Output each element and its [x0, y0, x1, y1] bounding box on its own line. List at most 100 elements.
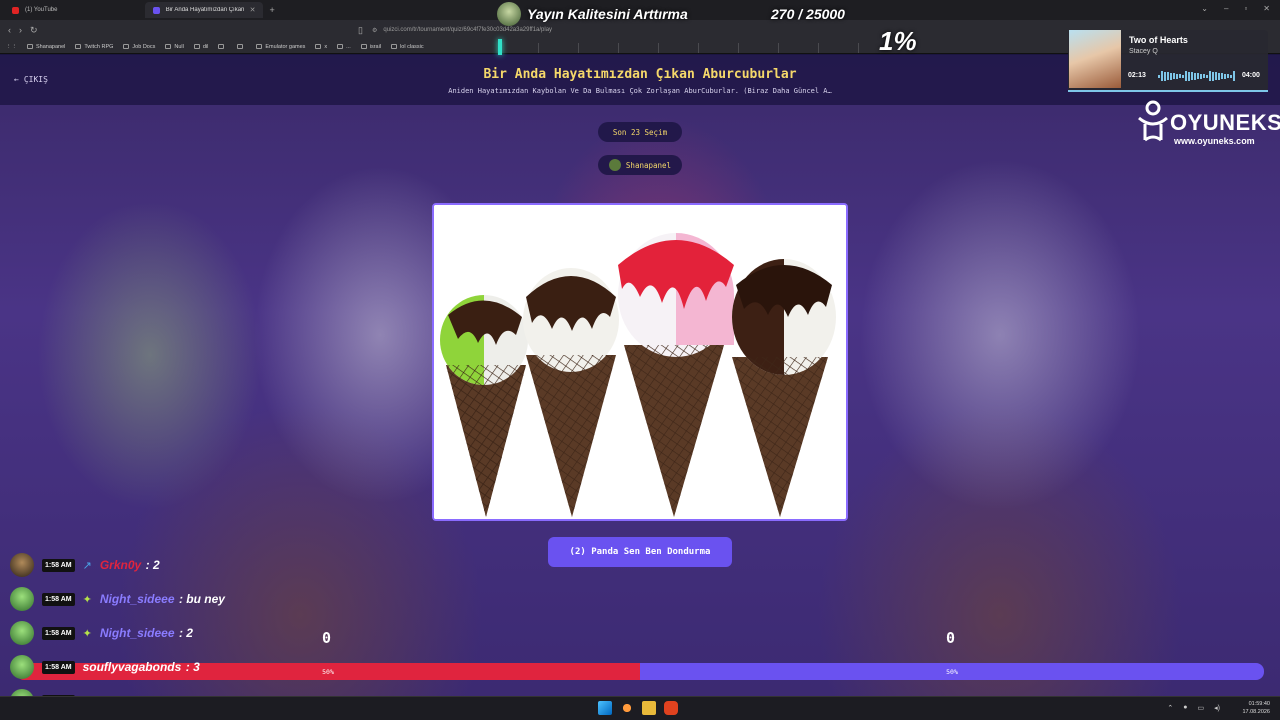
song-title: Two of Hearts	[1129, 35, 1188, 45]
windows-start-icon[interactable]	[598, 701, 612, 715]
folder-icon	[218, 44, 225, 49]
url-text: quizci.com/tr/tournament/quiz/69c4f7fe30…	[383, 27, 553, 33]
waveform-bar	[1227, 74, 1229, 78]
new-tab-button[interactable]: +	[269, 5, 274, 15]
bookmark-icon[interactable]: ▯	[358, 25, 363, 36]
folder-icon	[123, 44, 130, 49]
waveform-bar	[1182, 74, 1184, 78]
overlay-goal-progress	[498, 39, 898, 55]
tab-label: Bir Anda Hayatımızdan Çıkan Ab	[165, 7, 244, 13]
bookmark-item[interactable]	[237, 44, 246, 49]
waveform-bar	[1176, 73, 1178, 79]
bookmark-item[interactable]: Job Docs	[123, 44, 155, 50]
taskbar-apps	[598, 701, 678, 715]
chat-username: Grkn0y	[99, 558, 142, 572]
bookmark-item[interactable]: israil	[360, 44, 381, 50]
progress-tick	[618, 43, 619, 53]
audio-waveform	[1158, 71, 1236, 81]
bookmark-item[interactable]: x	[315, 44, 327, 50]
choice-image-card[interactable]	[432, 203, 848, 521]
waveform-bar	[1197, 73, 1199, 79]
bookmark-label: Job Docs	[132, 43, 156, 50]
chevron-up-icon[interactable]: ⌃	[1167, 704, 1173, 712]
bookmark-item[interactable]: ...	[337, 44, 351, 50]
ice-cream-cones-image	[434, 205, 846, 519]
clock-date: 17.08.2026	[1242, 709, 1270, 715]
folder-icon	[75, 44, 82, 49]
bookmark-item[interactable]: dil	[193, 44, 208, 50]
song-duration: 04:00	[1242, 72, 1260, 79]
bookmark-item[interactable]: Shanapanel	[27, 44, 65, 50]
bookmark-item[interactable]: Null	[165, 43, 184, 50]
chat-time: 1:58 AM	[42, 660, 75, 674]
bookmark-label: Null	[174, 43, 184, 50]
close-window-button[interactable]: ✕	[1263, 4, 1270, 13]
volume-icon[interactable]: ◂)	[1214, 704, 1220, 712]
folder-icon	[27, 44, 33, 49]
avatar	[608, 159, 621, 171]
chat-time: 1:58 AM	[42, 626, 75, 640]
forward-nav-icon[interactable]: ›	[19, 25, 22, 35]
address-bar[interactable]: ⚙ quizci.com/tr/tournament/quiz/69c4f7fe…	[372, 24, 552, 36]
chat-badge-icon: ✦	[82, 627, 92, 640]
network-icon[interactable]: ▭	[1198, 704, 1205, 712]
chat-username: souflyvagabonds	[82, 660, 182, 674]
search-icon[interactable]	[620, 701, 634, 715]
screen: (1) YouTube Bir Anda Hayatımızdan Çıkan …	[0, 0, 1280, 720]
chat-text: : 3	[185, 660, 200, 674]
round-label: Son 23 Seçim	[612, 127, 668, 137]
chat-line: Night_sideee : bu ney	[100, 590, 225, 608]
bookmark-label: lol classic	[400, 43, 424, 50]
progress-tick	[538, 43, 539, 53]
avatar	[10, 587, 34, 611]
minimize-button[interactable]: –	[1224, 4, 1228, 13]
tab-quiz[interactable]: Bir Anda Hayatımızdan Çıkan Ab ✕	[145, 2, 264, 18]
site-info-icon[interactable]: ⚙	[372, 27, 377, 34]
chat-overlay: 1:58 AM ↗ Grkn0y : 2 1:58 AM ✦ Night_sideee :…	[10, 548, 310, 718]
song-artist: Stacey Q	[1129, 48, 1158, 55]
choice-button[interactable]: (2) Panda Sen Ben Dondurma	[548, 537, 732, 567]
chat-time: 1:58 AM	[42, 558, 75, 572]
bookmark-item[interactable]: Twitch RPG	[75, 44, 113, 50]
vote-bar-right: 50%	[640, 663, 1264, 680]
album-art	[1069, 30, 1121, 88]
chat-message: 1:58 AM souflyvagabonds : 3	[10, 650, 310, 684]
folder-icon	[315, 44, 322, 49]
waveform-bar	[1230, 74, 1232, 78]
microphone-icon[interactable]: ●	[1183, 704, 1187, 712]
system-clock[interactable]: 01:59:40 17.08.2026	[1242, 700, 1270, 716]
progress-tick	[698, 43, 699, 53]
song-elapsed: 02:13	[1128, 72, 1146, 79]
waveform-bar	[1164, 71, 1166, 81]
waveform-bar	[1179, 74, 1181, 78]
waveform-bar	[1200, 73, 1202, 79]
chat-line: Night_sideee : 2	[100, 624, 193, 642]
reload-icon[interactable]: ↻	[30, 25, 38, 36]
tab-label: (1) YouTube	[25, 7, 58, 13]
waveform-bar	[1212, 71, 1214, 81]
waveform-bar	[1167, 72, 1169, 80]
waveform-bar	[1173, 73, 1175, 79]
chevron-down-icon[interactable]: ⌄	[1201, 4, 1208, 13]
bookmark-item[interactable]: lol classic	[391, 44, 424, 50]
score-right: 0	[946, 629, 956, 647]
brave-browser-icon[interactable]	[664, 701, 678, 715]
bookmark-item[interactable]: Emulator games	[256, 44, 305, 50]
bookmark-label: x	[324, 43, 328, 50]
chat-username: Night_sideee	[99, 626, 175, 640]
tab-youtube[interactable]: (1) YouTube	[4, 2, 65, 18]
close-tab-icon[interactable]: ✕	[250, 6, 256, 14]
waveform-bar	[1215, 72, 1217, 80]
back-nav-icon[interactable]: ‹	[8, 25, 11, 35]
avatar	[10, 621, 34, 645]
file-explorer-icon[interactable]	[642, 701, 656, 715]
apps-grid-icon[interactable]: ⋮⋮	[6, 44, 17, 50]
waveform-bar	[1188, 71, 1190, 81]
waveform-bar	[1170, 72, 1172, 80]
waveform-bar	[1191, 72, 1193, 80]
overlay-avatar	[497, 2, 521, 26]
bookmark-item[interactable]	[218, 44, 227, 49]
youtube-icon	[12, 6, 19, 14]
maximize-button[interactable]: ▫	[1244, 4, 1247, 13]
waveform-bar	[1209, 71, 1211, 81]
